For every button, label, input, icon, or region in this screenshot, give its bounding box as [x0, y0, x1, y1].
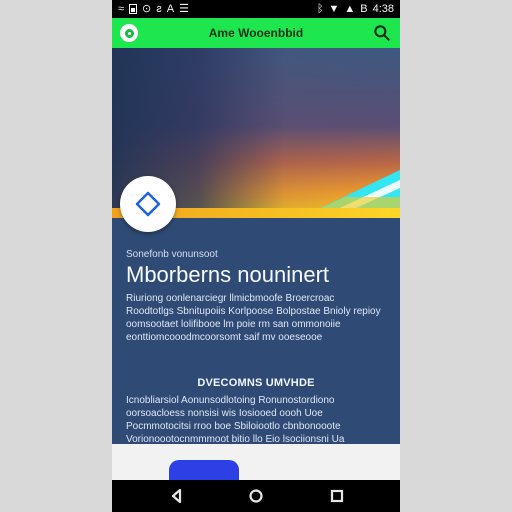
- app-bar: Ame Wooenbbid: [112, 18, 400, 48]
- battery-icon: [129, 4, 138, 14]
- settings-icon: ƨ: [156, 2, 162, 15]
- message-icon: ☰: [179, 2, 189, 15]
- wifi-icon: ≈: [118, 2, 125, 15]
- floating-action-button[interactable]: [120, 176, 176, 232]
- network-icon: ▲: [344, 2, 356, 15]
- status-bar: ≈ ⊙ ƨ A ☰ ᛒ ▼ ▲ B 4:38: [112, 0, 400, 18]
- screenshot-page: ≈ ⊙ ƨ A ☰ ᛒ ▼ ▲ B 4:38 Ame Wooenbbid Son…: [0, 0, 512, 512]
- search-icon[interactable]: [372, 23, 392, 43]
- a-icon: A: [166, 2, 175, 15]
- section-title: DVECOMNS UMVHDE: [197, 377, 315, 389]
- content-kicker: Sonefonb vonunsoot: [126, 249, 218, 260]
- bluetooth-icon: ᛒ: [316, 2, 324, 15]
- status-time: 4:38: [372, 2, 394, 15]
- primary-action-button[interactable]: [169, 460, 239, 480]
- notification-icon: ⊙: [142, 2, 152, 15]
- content-panel: Sonefonb vonunsoot Mborberns nouninert R…: [112, 218, 400, 458]
- android-navigation-bar: [112, 480, 400, 512]
- content-paragraph-primary: Riuriong oonlenarciegr llmicbmoofe Broer…: [126, 293, 381, 343]
- bottom-panel: [112, 444, 400, 480]
- content-headline: Mborberns nouninert: [126, 262, 330, 287]
- status-right-icons: ᛒ ▼ ▲ B 4:38: [317, 2, 394, 16]
- app-title: Ame Wooenbbid: [208, 26, 304, 40]
- diamond-icon: [135, 191, 161, 217]
- status-left-icons: ≈ ⊙ ƨ A ☰: [118, 2, 189, 16]
- signal-icon: ▼: [328, 2, 340, 15]
- home-icon[interactable]: [247, 487, 265, 505]
- battery-letter-icon: B: [360, 2, 368, 15]
- back-icon[interactable]: [168, 487, 186, 505]
- recent-apps-icon[interactable]: [328, 487, 346, 505]
- android-phone-screen: ≈ ⊙ ƨ A ☰ ᛒ ▼ ▲ B 4:38 Ame Wooenbbid Son…: [112, 0, 400, 512]
